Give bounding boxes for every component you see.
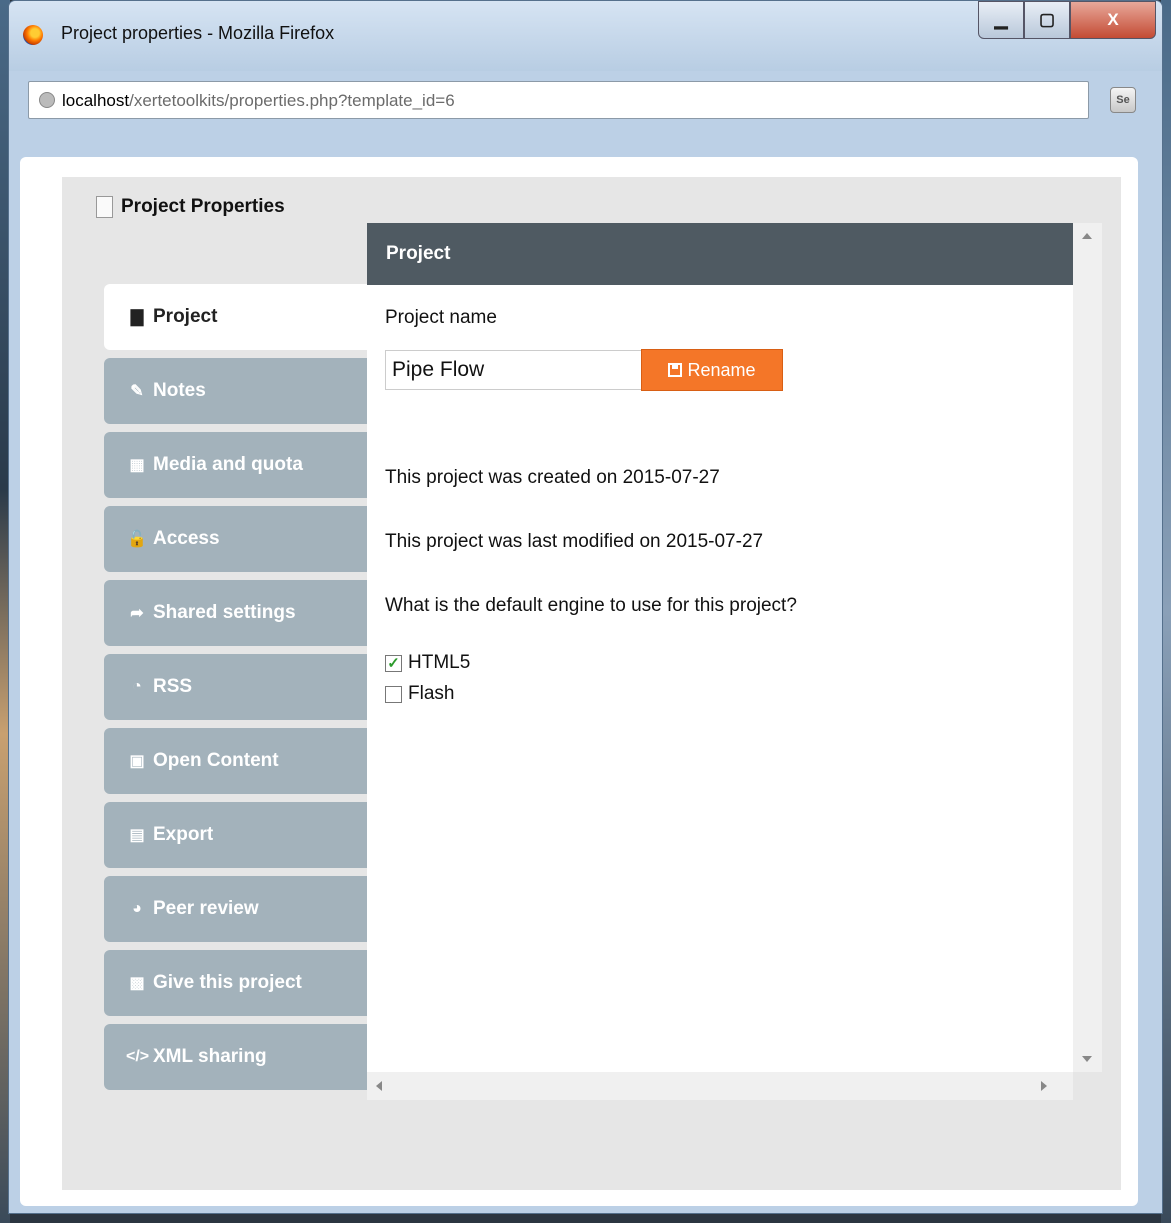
tab-label: Media and quota <box>153 454 303 475</box>
created-date-text: This project was created on 2015-07-27 <box>385 467 720 488</box>
engine-option-flash[interactable]: Flash <box>385 683 454 705</box>
html5-label: HTML5 <box>408 652 471 673</box>
flash-label: Flash <box>408 683 455 704</box>
title-bar: Project properties - Mozilla Firefox ▁ ▢… <box>9 1 1162 71</box>
code-icon: </> <box>126 1048 150 1065</box>
scroll-left-icon[interactable] <box>376 1081 382 1091</box>
tab-xml-sharing[interactable]: </> XML sharing <box>104 1024 369 1090</box>
vertical-scrollbar[interactable] <box>1073 223 1102 1072</box>
firefox-icon <box>23 25 43 45</box>
horizontal-scrollbar[interactable] <box>367 1072 1073 1100</box>
scroll-down-icon[interactable] <box>1082 1056 1092 1062</box>
window-controls: ▁ ▢ X <box>978 1 1156 39</box>
tab-give-this-project[interactable]: ▩ Give this project <box>104 950 369 1016</box>
project-name-input[interactable] <box>385 350 641 390</box>
tab-label: XML sharing <box>153 1046 267 1067</box>
gift-icon: ▩ <box>129 975 145 992</box>
tab-open-content[interactable]: ▣ Open Content <box>104 728 369 794</box>
tab-export[interactable]: ▤ Export <box>104 802 369 868</box>
tab-label: Notes <box>153 380 206 401</box>
scroll-right-icon[interactable] <box>1041 1081 1047 1091</box>
panel-title-text: Project Properties <box>121 196 285 217</box>
tab-label: Project <box>153 306 218 327</box>
tab-label: Give this project <box>153 972 302 993</box>
html5-checkbox[interactable]: ✓ <box>385 654 402 672</box>
url-bar[interactable]: localhost/xertetoolkits/properties.php?t… <box>28 81 1089 119</box>
tab-label: Access <box>153 528 220 549</box>
tab-access[interactable]: 🔓 Access <box>104 506 369 572</box>
cc-icon: ▣ <box>129 753 145 770</box>
url-host: localhost <box>62 91 130 110</box>
tab-label: Open Content <box>153 750 279 771</box>
flash-checkbox[interactable] <box>385 685 402 703</box>
tab-list: ▇ Project ✎ Notes ▦ Media and quota 🔓 Access… <box>104 284 369 1098</box>
tab-media-and-quota[interactable]: ▦ Media and quota <box>104 432 369 498</box>
tab-shared-settings[interactable]: ➦ Shared settings <box>104 580 369 646</box>
modified-date-text: This project was last modified on 2015-0… <box>385 531 764 552</box>
engine-option-html5[interactable]: ✓ HTML5 <box>385 652 470 674</box>
edit-icon: ✎ <box>130 383 144 400</box>
share-icon: ➦ <box>130 605 144 622</box>
floppy-icon <box>668 363 683 377</box>
tab-peer-review[interactable]: ◕ Peer review <box>104 876 369 942</box>
pane-header: Project <box>367 223 1073 285</box>
url-text[interactable]: localhost/xertetoolkits/properties.php?t… <box>62 91 455 111</box>
tab-label: Shared settings <box>153 602 296 623</box>
minimize-button[interactable]: ▁ <box>978 1 1024 39</box>
globe-icon <box>39 92 55 108</box>
project-name-label: Project name <box>385 307 497 328</box>
film-icon: ▦ <box>129 457 145 474</box>
file-icon: ▇ <box>130 309 144 326</box>
panel-title: Project Properties <box>96 196 285 218</box>
selenium-icon[interactable]: Se <box>1110 87 1136 113</box>
scroll-up-icon[interactable] <box>1082 233 1092 239</box>
unlock-icon: 🔓 <box>127 531 147 548</box>
engine-question: What is the default engine to use for th… <box>385 595 797 616</box>
tab-label: RSS <box>153 676 193 697</box>
rss-icon: ◔ <box>132 678 142 695</box>
rename-button[interactable]: Rename <box>641 349 783 391</box>
url-path: /xertetoolkits/properties.php?template_i… <box>129 91 455 110</box>
tab-label: Peer review <box>153 898 259 919</box>
comments-icon: ◕ <box>132 900 142 917</box>
close-button[interactable]: X <box>1070 1 1156 39</box>
tab-notes[interactable]: ✎ Notes <box>104 358 369 424</box>
tab-label: Export <box>153 824 214 845</box>
project-pane: Project Project name Rename This project… <box>367 223 1073 1072</box>
tab-project[interactable]: ▇ Project <box>104 284 369 350</box>
window-title: Project properties - Mozilla Firefox <box>61 23 335 43</box>
maximize-button[interactable]: ▢ <box>1024 1 1070 39</box>
tab-rss[interactable]: ◔ RSS <box>104 654 369 720</box>
document-icon <box>96 196 113 218</box>
save-icon: ▤ <box>129 827 145 844</box>
rename-label: Rename <box>687 359 756 380</box>
